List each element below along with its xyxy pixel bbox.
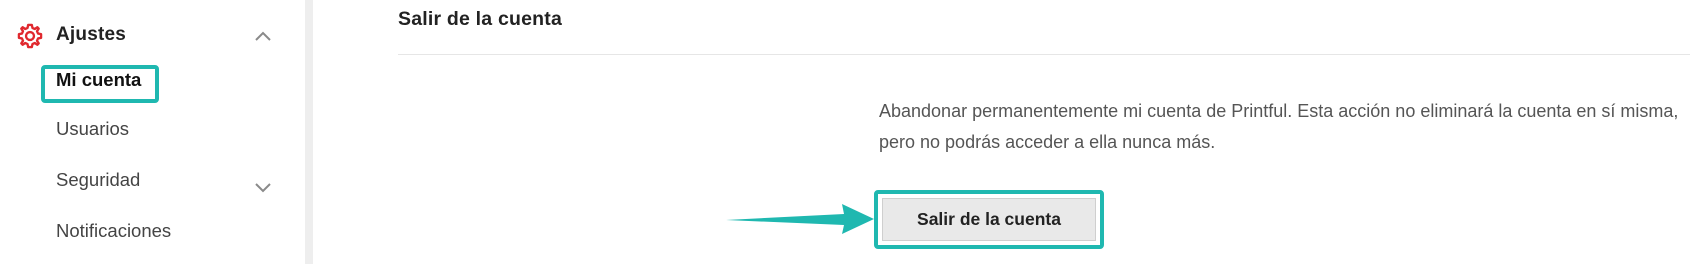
gear-icon [17, 23, 43, 49]
sidebar-item-seguridad[interactable]: Seguridad [56, 169, 140, 191]
settings-page: Ajustes Mi cuenta Usuarios Seguridad Not… [0, 0, 1690, 264]
sidebar: Ajustes Mi cuenta Usuarios Seguridad Not… [0, 0, 305, 264]
sidebar-divider [305, 0, 313, 264]
sidebar-item-notificaciones[interactable]: Notificaciones [56, 220, 171, 242]
logout-account-button[interactable]: Salir de la cuenta [882, 198, 1096, 241]
sidebar-item-mi-cuenta[interactable]: Mi cuenta [56, 69, 141, 91]
chevron-up-icon[interactable] [252, 26, 274, 48]
section-title: Salir de la cuenta [398, 8, 562, 30]
section-divider [398, 54, 1690, 55]
arrow-right-icon [726, 204, 874, 234]
sidebar-section-ajustes[interactable]: Ajustes [0, 16, 290, 56]
sidebar-item-usuarios[interactable]: Usuarios [56, 118, 129, 140]
sidebar-section-title: Ajustes [56, 24, 127, 45]
button-highlight: Salir de la cuenta [874, 190, 1104, 249]
chevron-down-icon[interactable] [252, 176, 274, 198]
account-removal-description: Abandonar permanentemente mi cuenta de P… [879, 101, 1679, 152]
